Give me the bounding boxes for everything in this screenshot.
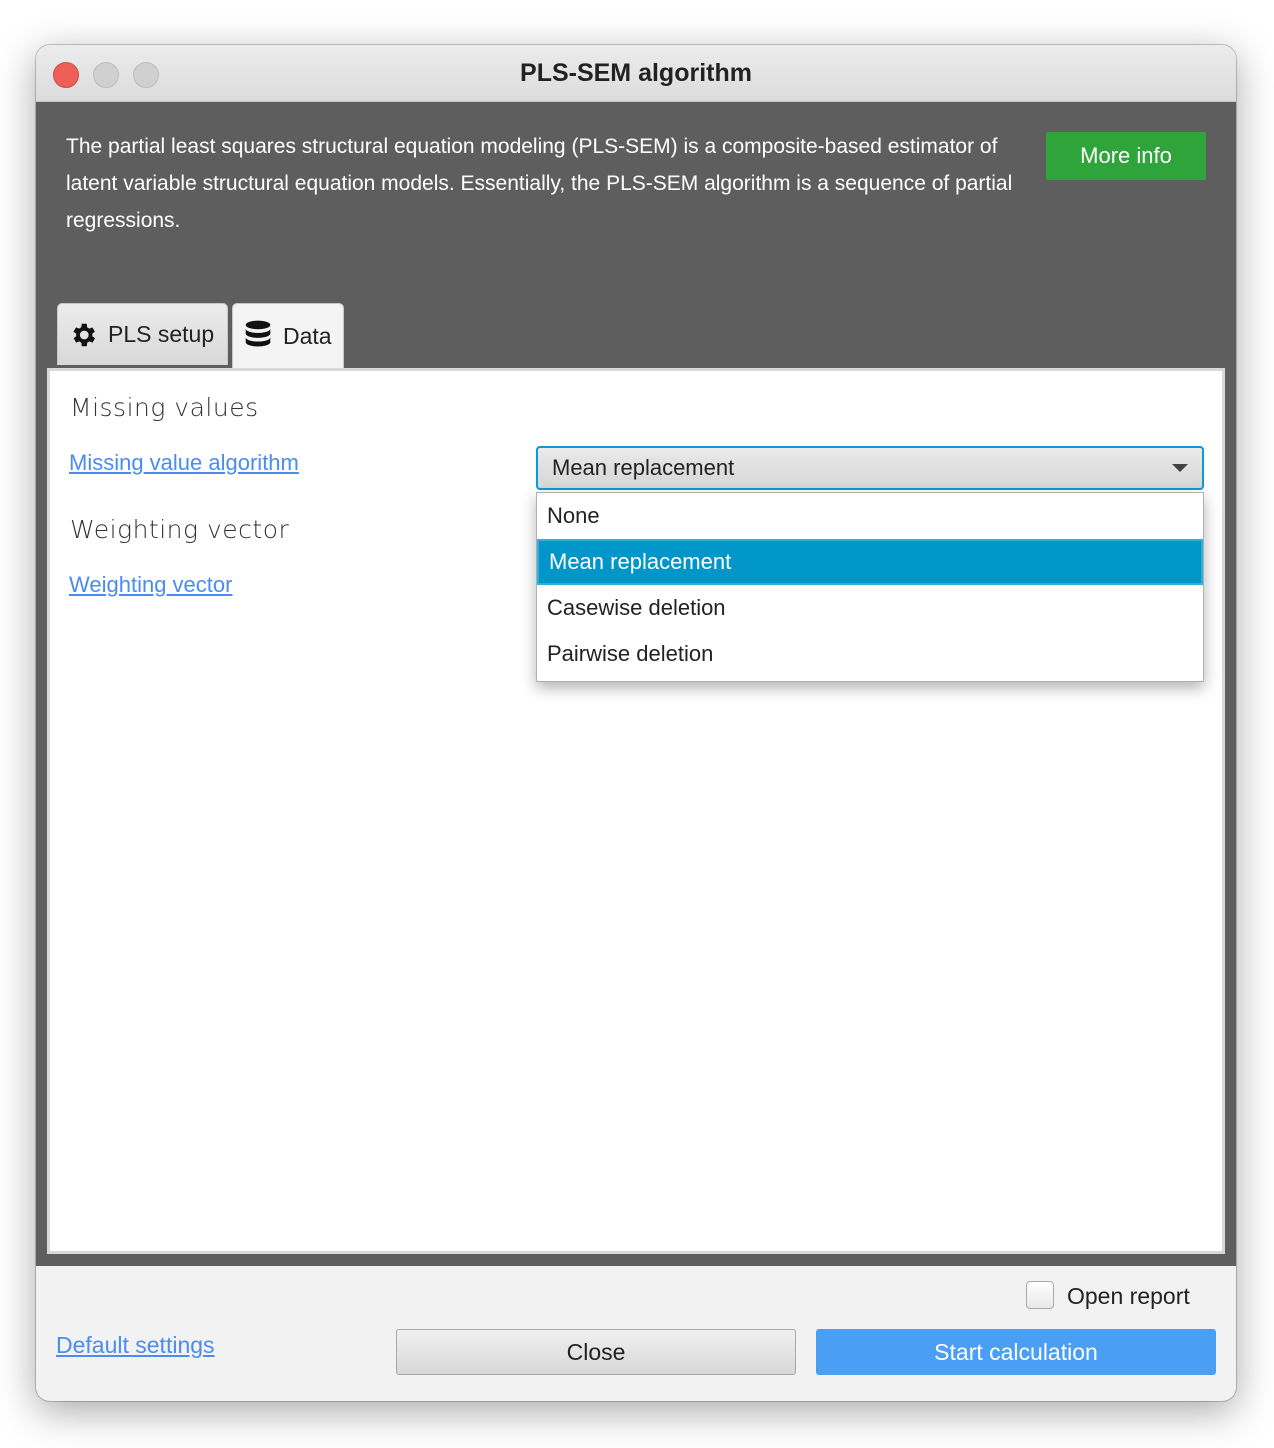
missing-value-algorithm-link[interactable]: Missing value algorithm (69, 450, 299, 476)
selected-value: Mean replacement (552, 455, 735, 480)
option-pairwise-deletion[interactable]: Pairwise deletion (537, 631, 1203, 677)
title-bar: PLS-SEM algorithm (36, 45, 1236, 102)
missing-value-algorithm-select[interactable]: Mean replacement (536, 446, 1204, 490)
missing-values-heading: Missing values (70, 393, 259, 422)
tab-label: Data (283, 322, 332, 349)
open-report-label[interactable]: Open report (1067, 1283, 1190, 1310)
chevron-down-icon (1172, 464, 1188, 472)
tab-label: PLS setup (108, 321, 215, 347)
default-settings-link[interactable]: Default settings (56, 1332, 215, 1359)
weighting-vector-link[interactable]: Weighting vector (69, 572, 232, 598)
close-button[interactable]: Close (396, 1329, 796, 1375)
tab-pls-setup[interactable]: PLS setup (57, 303, 228, 365)
open-report-checkbox[interactable] (1026, 1281, 1054, 1309)
content-area: The partial least squares structural equ… (36, 102, 1236, 1266)
option-none[interactable]: None (537, 493, 1203, 539)
description-text: The partial least squares structural equ… (66, 135, 1013, 232)
weighting-vector-heading: Weighting vector (70, 515, 290, 544)
more-info-button[interactable]: More info (1046, 132, 1206, 180)
gear-icon (73, 323, 95, 346)
tab-data[interactable]: Data (232, 303, 344, 368)
option-casewise-deletion[interactable]: Casewise deletion (537, 585, 1203, 631)
data-tab-panel: Missing values Missing value algorithm W… (47, 368, 1225, 1254)
database-icon (245, 320, 271, 347)
window-title: PLS-SEM algorithm (520, 59, 752, 87)
start-calculation-button[interactable]: Start calculation (816, 1329, 1216, 1375)
dialog-window: PLS-SEM algorithm The partial least squa… (36, 45, 1236, 1401)
option-mean-replacement[interactable]: Mean replacement (537, 539, 1203, 585)
dropdown-list: None Mean replacement Casewise deletion … (536, 492, 1204, 682)
